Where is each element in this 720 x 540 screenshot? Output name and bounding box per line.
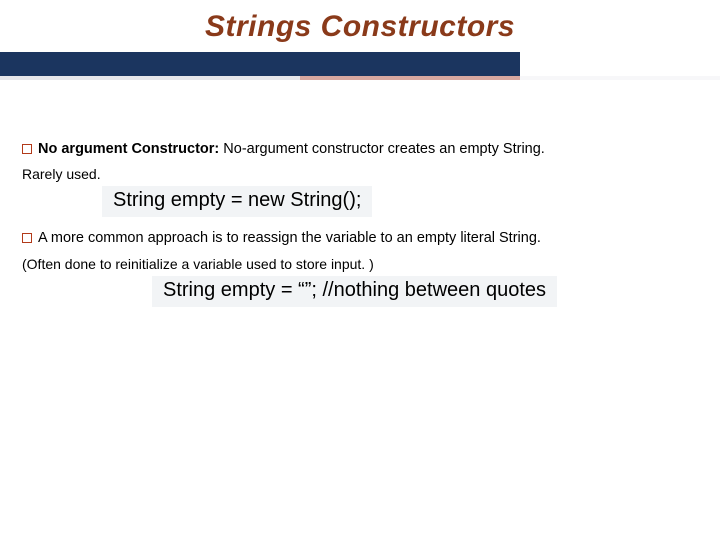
note-reinitialize: (Often done to reinitialize a variable u… [22, 256, 698, 272]
divider-group [0, 52, 720, 80]
bullet-common-approach: A more common approach is to reassign th… [22, 227, 698, 249]
square-bullet-icon [22, 233, 32, 243]
bullet-text: No-argument constructor creates an empty… [219, 141, 545, 157]
code-block-1: String empty = new String(); [102, 186, 372, 217]
bullet-text-2: A more common approach is to reassign th… [38, 230, 541, 246]
code-block-2: String empty = “”; //nothing between quo… [152, 276, 557, 307]
divider-bar [0, 52, 520, 76]
code-block-1-wrap: String empty = new String(); [102, 184, 698, 217]
note-rarely-used: Rarely used. [22, 166, 698, 182]
square-bullet-icon [22, 144, 32, 154]
slide-title: Strings Constructors [0, 10, 720, 44]
content-area: No argument Constructor: No-argument con… [0, 138, 720, 307]
code-block-2-wrap: String empty = “”; //nothing between quo… [152, 274, 698, 307]
slide: Strings Constructors No argument Constru… [0, 0, 720, 540]
bullet-no-arg: No argument Constructor: No-argument con… [22, 138, 698, 160]
divider-accent [0, 76, 720, 80]
title-area: Strings Constructors [0, 0, 720, 80]
bullet-label: No argument Constructor: [38, 141, 219, 157]
